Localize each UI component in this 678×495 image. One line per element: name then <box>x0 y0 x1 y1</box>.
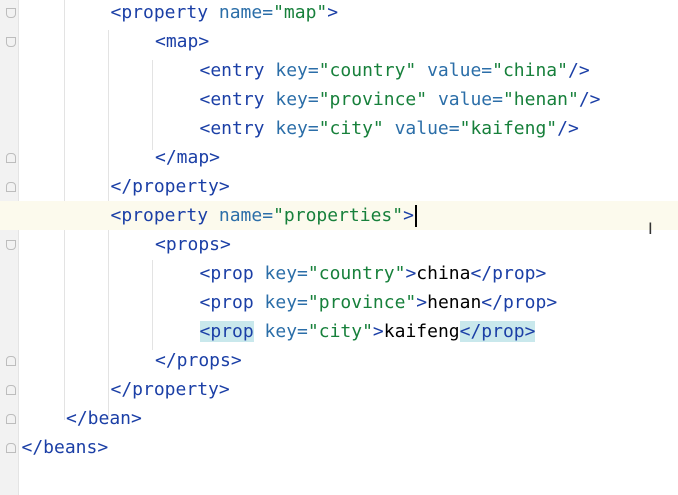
code-text: </property> <box>111 172 230 201</box>
code-token: key= <box>264 263 308 284</box>
code-line[interactable]: <map> <box>0 27 678 56</box>
code-line[interactable]: </bean> <box>0 404 678 433</box>
code-token: <entry <box>199 60 276 81</box>
code-token: </props> <box>155 350 242 371</box>
code-token: "country" <box>307 263 406 284</box>
text-cursor-icon: I <box>648 219 653 238</box>
code-token: <props> <box>155 234 231 255</box>
code-text: <entry key="province" value="henan"/> <box>200 85 601 114</box>
code-line[interactable]: </beans> <box>0 433 678 462</box>
code-text: <entry key="city" value="kaifeng"/> <box>200 114 579 143</box>
code-token: <prop <box>199 321 254 342</box>
code-token: "china" <box>492 60 568 81</box>
code-token: > <box>405 263 417 284</box>
code-token: "kaifeng" <box>459 118 558 139</box>
code-token: /> <box>578 89 601 110</box>
code-token: key= <box>264 292 308 313</box>
text-caret <box>414 205 417 227</box>
code-token: > <box>327 2 339 23</box>
code-token: value= <box>437 89 503 110</box>
code-token: "properties" <box>273 205 404 226</box>
code-token: </prop> <box>459 321 536 342</box>
code-token: name= <box>218 205 274 226</box>
code-token: "city" <box>307 321 373 342</box>
code-line[interactable]: <entry key="city" value="kaifeng"/> <box>0 114 678 143</box>
code-token: > <box>372 321 384 342</box>
code-text: </bean> <box>66 404 142 433</box>
code-token: <entry <box>199 118 276 139</box>
code-token: name= <box>218 2 274 23</box>
code-token: "map" <box>273 2 328 23</box>
code-token: </bean> <box>66 408 142 429</box>
code-text: <props> <box>155 230 231 259</box>
code-token: key= <box>275 118 319 139</box>
code-line[interactable]: </property> <box>0 172 678 201</box>
code-text: <property name="properties"> <box>111 201 417 230</box>
code-token: <map> <box>155 31 210 52</box>
code-editor[interactable]: <property name="map"> <map> <entry key="co… <box>0 0 678 495</box>
code-line[interactable]: </map> <box>0 143 678 172</box>
code-token: /> <box>567 60 590 81</box>
code-token: <property <box>110 205 219 226</box>
code-line[interactable]: <entry key="province" value="henan"/> <box>0 85 678 114</box>
code-token: </map> <box>155 147 221 168</box>
code-token: <prop <box>199 292 265 313</box>
code-token: china <box>416 263 471 284</box>
code-line[interactable]: <entry key="country" value="china"/> <box>0 56 678 85</box>
code-line[interactable]: <prop key="country">china</prop> <box>0 259 678 288</box>
code-text: </map> <box>155 143 220 172</box>
code-text: <prop key="country">china</prop> <box>200 259 547 288</box>
code-token: </prop> <box>470 263 547 284</box>
code-line[interactable]: <property name="map"> <box>0 0 678 27</box>
code-text: <prop key="city">kaifeng</prop> <box>199 317 536 346</box>
code-line[interactable]: <props> <box>0 230 678 259</box>
code-token: </prop> <box>481 292 558 313</box>
code-token: "province" <box>307 292 417 313</box>
code-token: "city" <box>318 118 395 139</box>
code-token: "country" <box>318 60 428 81</box>
code-line[interactable]: </property> <box>0 375 678 404</box>
code-token: key= <box>275 60 319 81</box>
code-token: value= <box>427 60 493 81</box>
code-text: <entry key="country" value="china"/> <box>200 56 590 85</box>
code-token: <property <box>110 2 219 23</box>
code-text: <property name="map"> <box>111 0 339 27</box>
code-token: > <box>403 205 414 226</box>
code-line[interactable]: </props> <box>0 346 678 375</box>
code-text: </property> <box>111 375 230 404</box>
code-token: key= <box>275 89 319 110</box>
code-token: value= <box>394 118 460 139</box>
code-line[interactable]: <prop key="city">kaifeng</prop> <box>0 317 678 346</box>
code-token: <entry <box>199 89 276 110</box>
code-text: </beans> <box>22 433 109 462</box>
code-token: > <box>416 292 428 313</box>
code-text: <prop key="province">henan</prop> <box>200 288 558 317</box>
code-token: </property> <box>110 379 230 400</box>
code-token: </property> <box>110 176 230 197</box>
code-token: "province" <box>318 89 438 110</box>
code-token: key= <box>264 321 308 342</box>
code-text: <map> <box>155 27 209 56</box>
code-token: /> <box>557 118 579 139</box>
code-token: "henan" <box>502 89 579 110</box>
code-token: kaifeng <box>383 321 460 342</box>
code-token: </beans> <box>21 437 109 458</box>
code-line[interactable]: <prop key="province">henan</prop> <box>0 288 678 317</box>
code-line[interactable]: <property name="properties"> <box>0 201 678 230</box>
code-text: </props> <box>155 346 242 375</box>
code-token: henan <box>427 292 482 313</box>
code-token: <prop <box>199 263 265 284</box>
